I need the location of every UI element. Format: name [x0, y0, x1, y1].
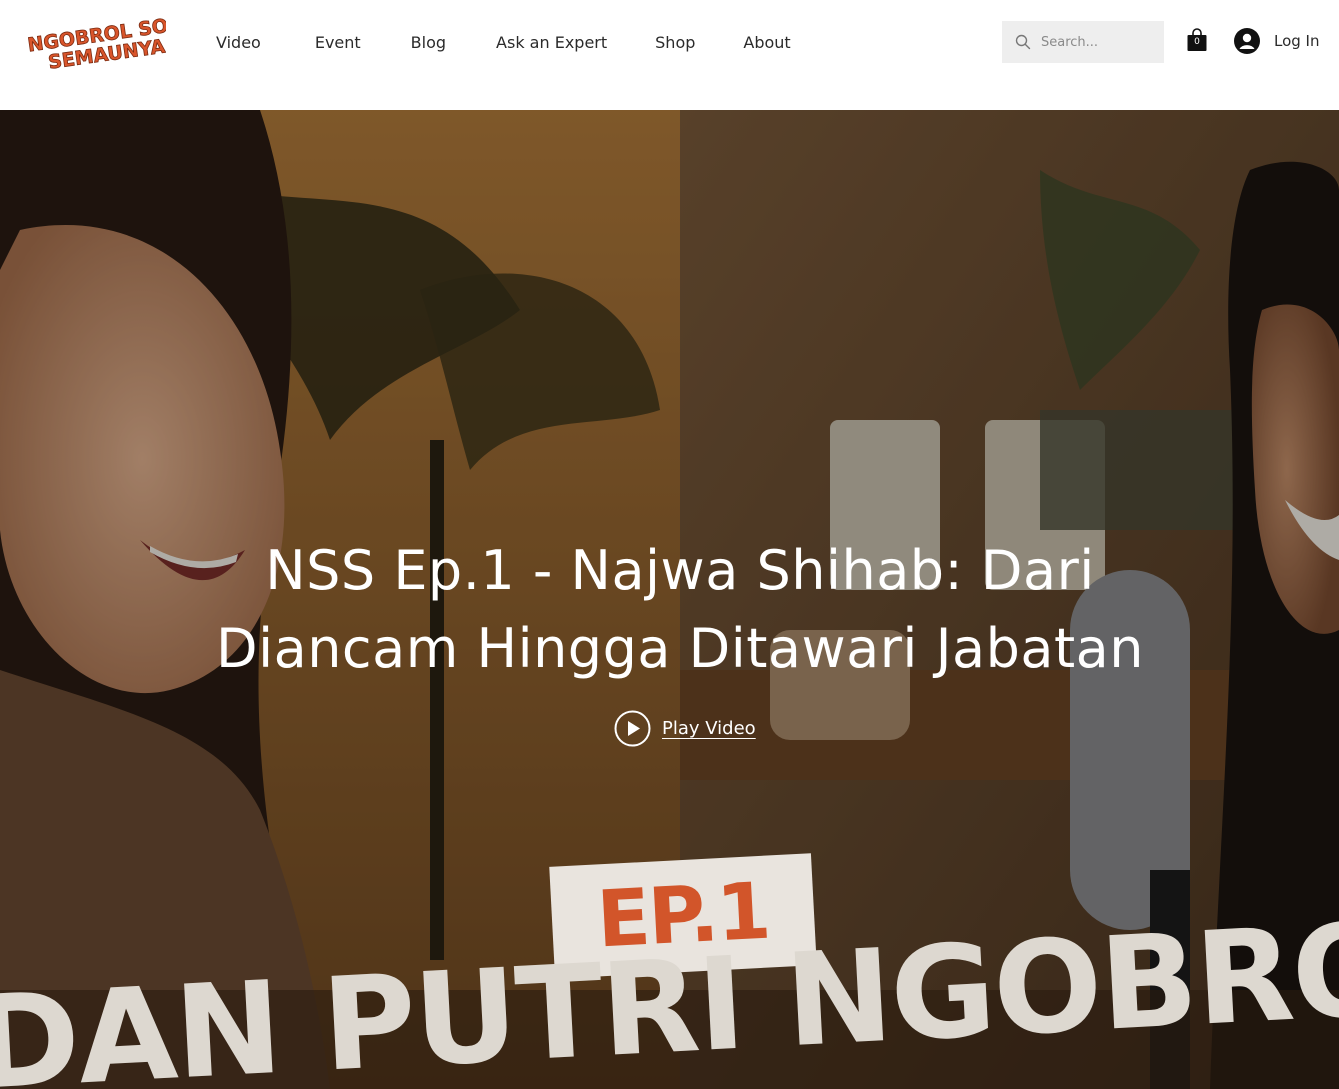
site-header: NGOBROL SORE SEMAUNYA Video Event Blog A… [0, 0, 1339, 110]
main-nav: Video Event Blog Ask an Expert Shop Abou… [216, 30, 791, 54]
login-button[interactable]: Log In [1234, 28, 1320, 54]
user-avatar-icon [1234, 28, 1260, 54]
cart-button[interactable]: 0 [1186, 27, 1208, 53]
hero-title: NSS Ep.1 - Najwa Shihab: Dari Diancam Hi… [216, 539, 1144, 680]
cart-count: 0 [1194, 37, 1200, 47]
nav-item-ask-an-expert[interactable]: Ask an Expert [496, 33, 607, 52]
play-video-button[interactable]: Play Video [614, 710, 756, 747]
nav-item-video[interactable]: Video [216, 33, 261, 52]
play-circle-icon [614, 710, 651, 747]
search-input[interactable] [1041, 34, 1151, 50]
nav-item-event[interactable]: Event [315, 33, 361, 52]
site-logo[interactable]: NGOBROL SORE SEMAUNYA [26, 12, 166, 72]
search-icon [1015, 34, 1031, 50]
play-video-label: Play Video [662, 718, 756, 739]
nav-item-about[interactable]: About [743, 33, 790, 52]
nav-item-blog[interactable]: Blog [411, 33, 446, 52]
login-label: Log In [1274, 32, 1320, 50]
search-box[interactable] [1002, 21, 1164, 63]
nav-item-shop[interactable]: Shop [655, 33, 695, 52]
hero-section: EP.1 DAN PUTRI NGOBROL TE NSS Ep.1 - Naj… [0, 110, 1339, 1089]
